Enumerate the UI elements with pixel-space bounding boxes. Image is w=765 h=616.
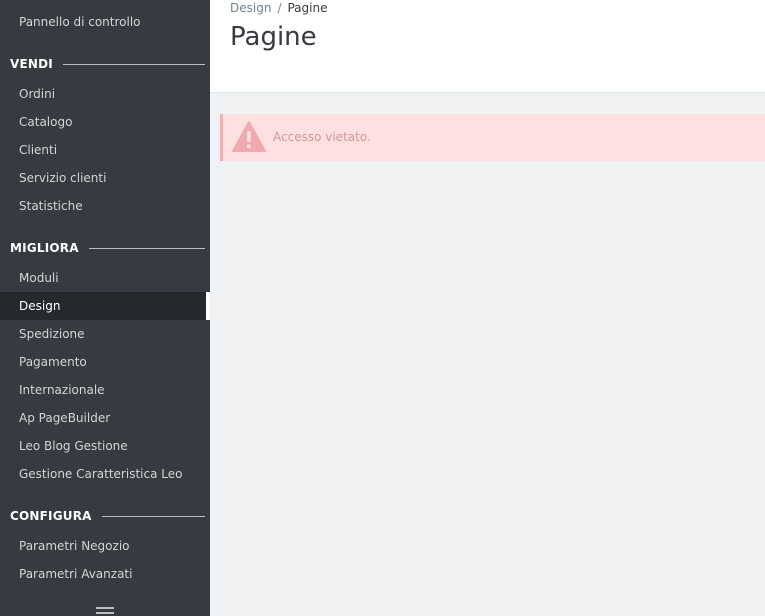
alert-message: Accesso vietato. bbox=[273, 130, 371, 144]
breadcrumb-parent[interactable]: Design bbox=[230, 1, 271, 15]
sidebar-section-configura: CONFIGURA bbox=[10, 506, 205, 526]
sidebar-item-statistiche[interactable]: Statistiche bbox=[0, 192, 210, 220]
section-divider bbox=[88, 247, 205, 249]
warning-icon bbox=[232, 121, 266, 152]
section-divider bbox=[101, 515, 205, 517]
sidebar-item-leo-caratteristica[interactable]: Gestione Caratteristica Leo bbox=[0, 460, 210, 488]
page-title: Pagine bbox=[230, 22, 317, 52]
page-header: Design / Pagine Pagine bbox=[210, 0, 765, 93]
sidebar-item-design[interactable]: Design bbox=[0, 292, 210, 320]
sidebar-section-migliora: MIGLIORA bbox=[10, 238, 205, 258]
sidebar-item-dashboard[interactable]: Pannello di controllo bbox=[0, 8, 210, 36]
error-alert: Accesso vietato. bbox=[220, 114, 765, 161]
sidebar-item-clienti[interactable]: Clienti bbox=[0, 136, 210, 164]
sidebar-item-parametri-negozio[interactable]: Parametri Negozio bbox=[0, 532, 210, 560]
section-title: CONFIGURA bbox=[10, 509, 92, 523]
sidebar-item-servizio-clienti[interactable]: Servizio clienti bbox=[0, 164, 210, 192]
sidebar-item-parametri-avanzati[interactable]: Parametri Avanzati bbox=[0, 560, 210, 588]
section-divider bbox=[62, 63, 205, 65]
sidebar-item-ordini[interactable]: Ordini bbox=[0, 80, 210, 108]
sidebar-item-moduli[interactable]: Moduli bbox=[0, 264, 210, 292]
hamburger-icon[interactable] bbox=[96, 607, 114, 616]
sidebar-item-ap-pagebuilder[interactable]: Ap PageBuilder bbox=[0, 404, 210, 432]
breadcrumb: Design / Pagine bbox=[230, 1, 327, 15]
sidebar: Pannello di controllo VENDI Ordini Catal… bbox=[0, 0, 210, 616]
sidebar-item-pagamento[interactable]: Pagamento bbox=[0, 348, 210, 376]
sidebar-section-vendi: VENDI bbox=[10, 54, 205, 74]
sidebar-item-leo-blog[interactable]: Leo Blog Gestione bbox=[0, 432, 210, 460]
section-title: VENDI bbox=[10, 57, 53, 71]
breadcrumb-current: Pagine bbox=[287, 1, 328, 15]
breadcrumb-separator: / bbox=[277, 1, 282, 15]
sidebar-item-catalogo[interactable]: Catalogo bbox=[0, 108, 210, 136]
section-title: MIGLIORA bbox=[10, 241, 79, 255]
sidebar-item-internazionale[interactable]: Internazionale bbox=[0, 376, 210, 404]
sidebar-item-spedizione[interactable]: Spedizione bbox=[0, 320, 210, 348]
